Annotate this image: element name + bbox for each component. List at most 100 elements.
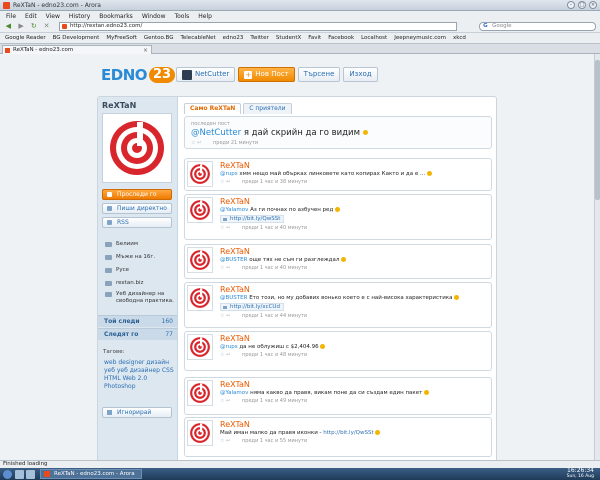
nav-logout[interactable]: Изход [343,67,378,82]
post-author[interactable]: ReXTaN [220,334,490,343]
post-avatar[interactable] [187,197,213,223]
favorite-reply-icons[interactable]: ☆ ↩ [220,179,230,185]
short-link[interactable]: http://bit.ly/xcCUd [220,303,284,311]
file-manager-icon[interactable] [15,469,24,479]
post-author[interactable]: ReXTaN [220,420,490,429]
tag-cloud[interactable]: web designer дизайн уеб уеб дизайнер CSS… [104,359,174,391]
clock-date: Sun, 16 Aug [566,474,594,479]
site-logo[interactable]: EDNO 23 [101,65,176,85]
post-time[interactable]: преди 1 час и 48 минути [242,352,307,358]
favorite-reply-icons[interactable]: ☆ ↩ [220,265,230,271]
menu-tools[interactable]: Tools [174,13,189,20]
rss-button[interactable]: RSS [102,217,172,228]
mention-link[interactable]: @rups [220,344,238,350]
favorite-reply-icons[interactable]: ☆ ↩ [220,438,230,444]
following-stat[interactable]: Той следи 160 [98,315,177,327]
menu-edit[interactable]: Edit [25,13,37,20]
mention-link[interactable]: @BUSTER [220,257,247,263]
menu-bookmarks[interactable]: Bookmarks [99,13,133,20]
minimize-button[interactable]: – [567,1,575,9]
scrollbar-thumb[interactable] [595,60,600,200]
follow-button[interactable]: Проследи го [102,189,172,200]
mention-link[interactable]: @BUSTER [220,295,247,301]
post-time[interactable]: преди 1 час и 55 минути [242,438,307,444]
short-link[interactable]: http://bit.ly/QwSSt [220,215,285,223]
nav-profile[interactable]: NetCutter [176,67,236,82]
favorite-reply-icons[interactable]: ☆ ↩ [220,352,230,358]
bookmark-item[interactable]: edno23 [223,35,244,41]
post-avatar[interactable] [187,420,213,446]
post-author[interactable]: ReXTaN [220,247,490,256]
followers-stat[interactable]: Следят го 77 [98,328,177,340]
bookmark-item[interactable]: BG Development [53,35,100,41]
menu-file[interactable]: File [6,13,16,20]
bookmark-item[interactable]: Favit [308,35,321,41]
bookmark-item[interactable]: Twitter [250,35,268,41]
maximize-button[interactable]: □ [578,1,586,9]
profile-info-item: Мъже на 16г. [102,254,176,261]
post-time[interactable]: преди 1 час и 40 минути [242,225,307,231]
mention-link[interactable]: @rups [220,171,238,177]
bookmark-item[interactable]: xkcd [453,35,466,41]
favorite-reply-icons[interactable]: ☆ ↩ [220,225,230,231]
post-time[interactable]: преди 21 минути [213,140,258,146]
post-avatar[interactable] [187,380,213,406]
mention-link[interactable]: @Yalamov [220,390,248,396]
menu-view[interactable]: View [46,13,60,20]
start-menu-icon[interactable] [3,469,12,479]
post-time[interactable]: преди 1 час и 40 минути [242,265,307,271]
menubar: File Edit View History Bookmarks Window … [0,11,600,21]
profile-info-item[interactable]: rextan.biz [102,280,176,287]
post-author[interactable]: ReXTaN [220,380,490,389]
post-author[interactable]: ReXTaN [220,197,490,206]
bookmark-item[interactable]: StudentX [276,35,301,41]
forward-icon[interactable]: ▶ [17,22,26,31]
close-button[interactable]: × [589,1,597,9]
post-author[interactable]: ReXTaN [220,161,490,170]
search-input[interactable]: Google [479,22,596,31]
terminal-icon[interactable] [26,469,35,479]
post-card: ReXTaN @BUSTER Ето този, но му добавих во… [184,282,492,328]
post-time[interactable]: преди 1 час и 44 минути [242,313,307,319]
post-url[interactable]: http://bit.ly/QwSSt [323,430,373,436]
mention-link[interactable]: @NetCutter [191,128,241,138]
direct-message-button[interactable]: Пиши директно [102,203,172,214]
stop-icon[interactable]: ✕ [42,22,51,31]
bookmark-item[interactable]: Jeepneymusic.com [394,35,446,41]
nav-search[interactable]: Търсене [297,67,341,82]
post-body: ReXTaN @Yalamov Аз ги почнах по азбучен р… [220,197,490,231]
back-icon[interactable]: ◀ [4,22,13,31]
menu-history[interactable]: History [69,13,90,20]
bookmark-item[interactable]: Localhost [361,35,387,41]
mention-link[interactable]: @Yalamov [220,207,248,213]
favorite-reply-icons[interactable]: ☆ ↩ [220,398,230,404]
post-avatar[interactable] [187,285,213,311]
address-bar[interactable]: http://rextan.edno23.com/ [58,22,458,31]
ignore-button[interactable]: Игнорирай [102,407,172,418]
taskbar-window-button[interactable]: ReXTaN - edno23.com - Arora [40,469,142,479]
timeline: Само ReXTaN С приятели последен пост @Ne… [184,103,492,149]
menu-help[interactable]: Help [198,13,212,20]
post-avatar[interactable] [187,161,213,187]
reload-icon[interactable]: ↻ [29,22,38,31]
vertical-scrollbar[interactable] [594,54,600,460]
tab-bar: ReXTaN - edno23.com × [0,44,600,54]
favorite-reply-icons[interactable]: ☆ ↩ [191,140,201,146]
post-card: ReXTaN @Yalamov няма какво да правя, вика… [184,377,492,415]
menu-window[interactable]: Window [142,13,166,20]
nav-new-post[interactable]: + Нов Пост [238,67,295,82]
post-avatar[interactable] [187,334,213,360]
post-time[interactable]: преди 1 час и 49 минути [242,398,307,404]
post-time[interactable]: преди 1 час и 38 минути [242,179,307,185]
bookmark-item[interactable]: Google Reader [5,35,46,41]
post-author[interactable]: ReXTaN [220,285,490,294]
tab-only-user[interactable]: Само ReXTaN [184,103,242,114]
bookmark-item[interactable]: MyFreeSoft [106,35,137,41]
favorite-reply-icons[interactable]: ☆ ↩ [220,313,230,319]
browser-tab[interactable]: ReXTaN - edno23.com × [2,45,152,54]
bookmark-item[interactable]: TelecableNet [180,35,215,41]
tab-with-friends[interactable]: С приятели [243,103,292,114]
post-avatar[interactable] [187,247,213,273]
bookmark-item[interactable]: Facebook [328,35,354,41]
bookmark-item[interactable]: Gentoo.BG [144,35,174,41]
